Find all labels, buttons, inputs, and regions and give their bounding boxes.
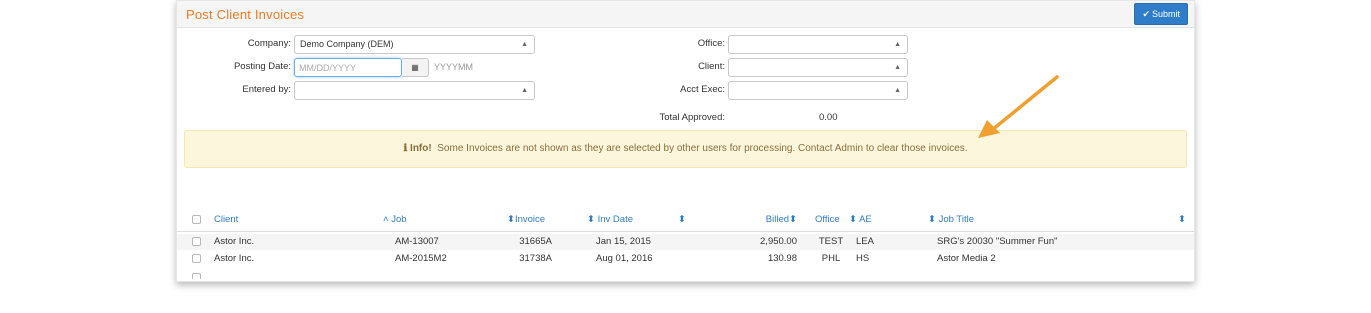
cell-billed: 130.98 — [767, 253, 797, 264]
sort-icon[interactable]: ⬍ — [678, 214, 686, 225]
office-select[interactable]: ▲ — [728, 35, 908, 54]
page-title: Post Client Invoices — [186, 7, 305, 22]
info-message: Some Invoices are not shown as they are … — [437, 143, 968, 154]
cell-inv-date: Jan 15, 2015 — [596, 236, 651, 247]
sort-icon: ⬍ — [507, 214, 515, 225]
cell-job-title: SRG's 20030 "Summer Fun" — [937, 236, 1058, 247]
column-ae[interactable]: ⬍ AE — [849, 214, 872, 225]
column-job[interactable]: ˄ Job — [383, 214, 407, 225]
cell-ae: HS — [856, 253, 870, 264]
company-select[interactable]: Demo Company (DEM) ▲ — [294, 35, 535, 54]
chevron-updown-icon: ▲ — [894, 41, 901, 48]
chevron-updown-icon: ▲ — [894, 87, 901, 94]
sort-icon: ⬍ — [587, 214, 595, 225]
column-client[interactable]: Client — [214, 214, 238, 225]
cell-billed: 2,950.00 — [760, 236, 797, 247]
office-label: Office: — [697, 38, 725, 49]
table-header: Client ˄ Job ⬍Invoice ⬍ Inv Date ⬍ Bille… — [177, 208, 1194, 232]
table-row[interactable]: Astor Inc. AM-2015M2 31738A Aug 01, 2016… — [177, 251, 1194, 267]
entered-by-label: Entered by: — [242, 84, 291, 95]
company-label: Company: — [247, 38, 291, 49]
row-checkbox[interactable] — [192, 254, 201, 263]
sort-icon: ⬍ — [928, 214, 936, 225]
period-placeholder[interactable]: YYYYMM — [434, 62, 473, 72]
cell-job-title: Astor Media 2 — [937, 253, 996, 264]
row-checkbox[interactable] — [192, 237, 201, 246]
panel-header: Post Client Invoices ✔ Submit — [177, 1, 1194, 28]
cell-job: AM-2015M2 — [395, 253, 447, 264]
info-icon: ℹ — [403, 143, 408, 154]
sort-icon[interactable]: ⬍ — [1178, 214, 1186, 225]
company-value: Demo Company (DEM) — [300, 39, 394, 49]
submit-label: Submit — [1151, 9, 1180, 19]
acct-exec-select[interactable]: ▲ — [728, 81, 908, 100]
total-approved-value: 0.00 — [819, 112, 838, 123]
chevron-updown-icon: ▲ — [894, 64, 901, 71]
column-billed[interactable]: Billed⬍ — [737, 214, 797, 225]
posting-date-input[interactable] — [294, 58, 402, 77]
column-inv-date[interactable]: ⬍ Inv Date — [587, 214, 633, 225]
column-invoice[interactable]: ⬍Invoice — [507, 214, 545, 225]
cell-client: Astor Inc. — [214, 253, 255, 264]
chevron-updown-icon: ▲ — [521, 41, 528, 48]
cell-ae: LEA — [856, 236, 874, 247]
cell-job: AM-13007 — [395, 236, 439, 247]
client-label: Client: — [698, 61, 725, 72]
cell-invoice: 31738A — [519, 253, 552, 264]
sort-icon: ⬍ — [849, 214, 857, 225]
column-job-title[interactable]: ⬍ Job Title — [928, 214, 974, 225]
table-row[interactable]: Astor Inc. AM-13007 31665A Jan 15, 2015 … — [177, 234, 1194, 250]
total-approved-label: Total Approved: — [659, 112, 726, 123]
entered-by-select[interactable]: ▲ — [294, 81, 535, 100]
submit-button[interactable]: ✔ Submit — [1134, 3, 1188, 25]
acct-exec-label: Acct Exec: — [680, 84, 725, 95]
check-icon: ✔ — [1142, 9, 1150, 19]
select-all-checkbox[interactable] — [192, 215, 201, 224]
sort-icon: ⬍ — [789, 214, 797, 225]
row-checkbox[interactable] — [192, 273, 201, 279]
posting-date-label: Posting Date: — [233, 61, 291, 72]
cell-invoice: 31665A — [519, 236, 552, 247]
annotation-arrow-icon — [978, 75, 1059, 138]
calendar-icon[interactable]: ▦ — [402, 58, 429, 77]
cell-inv-date: Aug 01, 2016 — [596, 253, 653, 264]
column-office[interactable]: Office — [815, 214, 840, 225]
cell-client: Astor Inc. — [214, 236, 255, 247]
client-select[interactable]: ▲ — [728, 58, 908, 77]
sort-asc-icon: ˄ — [383, 214, 389, 225]
chevron-updown-icon: ▲ — [521, 87, 528, 94]
cell-office: PHL — [821, 253, 841, 264]
cell-office: TEST — [818, 236, 844, 247]
info-prefix: Info! — [410, 143, 432, 154]
